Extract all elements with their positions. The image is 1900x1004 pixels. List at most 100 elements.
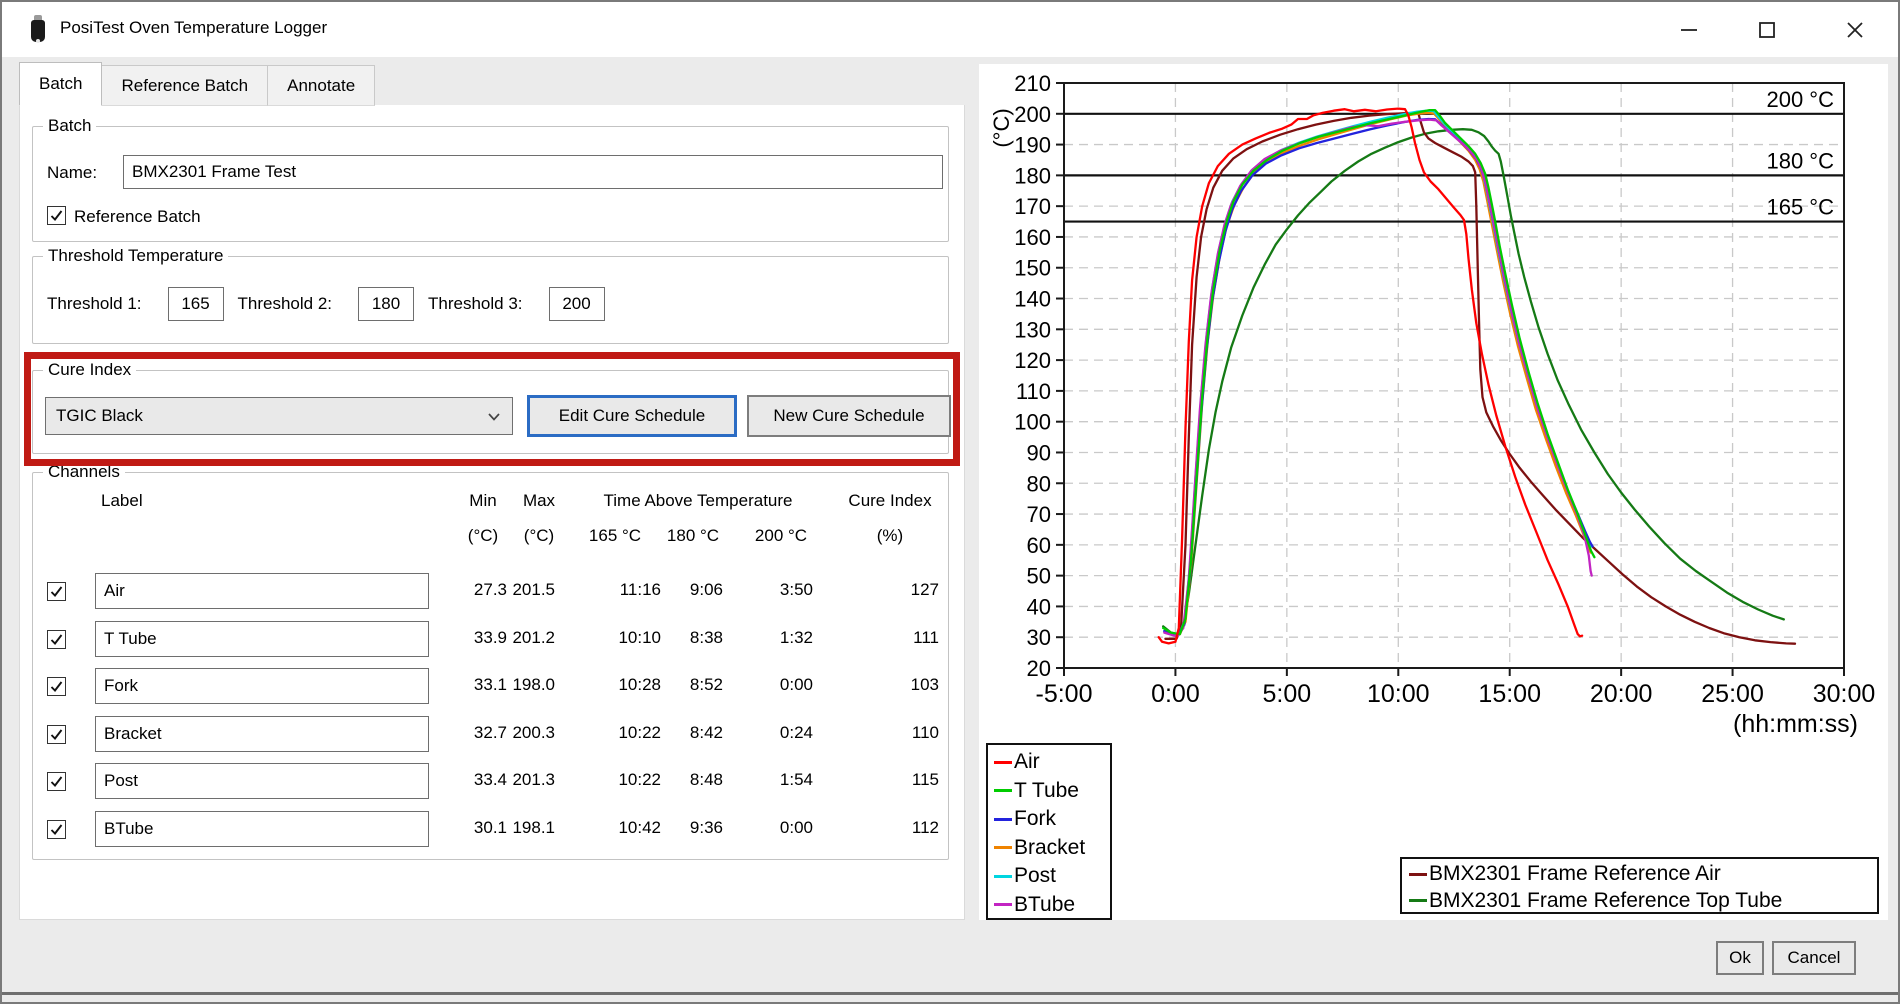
channel-checkbox-bracket[interactable] bbox=[47, 725, 66, 744]
channel-row-air: 27.3201.511:169:063:50127 bbox=[33, 573, 948, 613]
y-tick-label: 120 bbox=[1014, 348, 1051, 373]
y-tick-label: 190 bbox=[1014, 133, 1051, 158]
x-tick-label: 0:00 bbox=[1151, 680, 1200, 708]
col-header-180: 180 °C bbox=[667, 526, 719, 546]
channel-checkbox-btube[interactable] bbox=[47, 820, 66, 839]
window-bottom-edge bbox=[2, 992, 1898, 995]
col-header-max-unit: (°C) bbox=[524, 526, 554, 546]
legend-item-air: Air bbox=[994, 748, 1110, 777]
legend-dash-icon bbox=[994, 761, 1012, 764]
close-button[interactable] bbox=[1826, 2, 1884, 57]
tab-annotate[interactable]: Annotate bbox=[267, 65, 375, 106]
legend-dash-icon bbox=[994, 846, 1012, 849]
channel-cure-value: 110 bbox=[912, 723, 939, 743]
legend-ref-item-bmx2301-frame-reference-air: BMX2301 Frame Reference Air bbox=[1409, 861, 1877, 888]
channel-cure-value: 112 bbox=[912, 818, 939, 838]
channel-min-value: 33.1 bbox=[474, 675, 507, 695]
new-cure-schedule-button[interactable]: New Cure Schedule bbox=[747, 395, 951, 437]
col-header-label: Label bbox=[101, 491, 143, 511]
batch-name-input[interactable] bbox=[123, 155, 943, 189]
channel-t165-value: 10:42 bbox=[618, 818, 661, 838]
y-tick-label: 60 bbox=[1027, 533, 1051, 558]
legend-label: BMX2301 Frame Reference Air bbox=[1429, 862, 1721, 886]
channel-row-fork: 33.1198.010:288:520:00103 bbox=[33, 668, 948, 708]
legend-label: Fork bbox=[1014, 807, 1056, 831]
y-tick-label: 180 bbox=[1014, 163, 1051, 188]
tab-reference-batch[interactable]: Reference Batch bbox=[101, 65, 268, 106]
channel-max-value: 201.2 bbox=[512, 628, 555, 648]
check-icon bbox=[50, 728, 63, 741]
x-tick-label: -5:00 bbox=[1036, 680, 1093, 708]
col-header-max: Max bbox=[523, 491, 555, 511]
threshold-3-input[interactable] bbox=[549, 287, 605, 321]
channel-row-bracket: 32.7200.310:228:420:24110 bbox=[33, 716, 948, 756]
channel-checkbox-post[interactable] bbox=[47, 772, 66, 791]
channel-t200-value: 1:32 bbox=[780, 628, 813, 648]
series-btube bbox=[1164, 120, 1591, 636]
channel-label-input[interactable] bbox=[95, 573, 429, 609]
channel-t165-value: 11:16 bbox=[620, 580, 661, 600]
ok-button[interactable]: Ok bbox=[1716, 941, 1764, 975]
maximize-button[interactable] bbox=[1738, 2, 1796, 57]
y-tick-label: 160 bbox=[1014, 225, 1051, 250]
legend-label: Bracket bbox=[1014, 836, 1085, 860]
channel-checkbox-fork[interactable] bbox=[47, 677, 66, 696]
cancel-button[interactable]: Cancel bbox=[1772, 941, 1856, 975]
threshold-1-label: Threshold 1: bbox=[47, 294, 142, 314]
y-tick-label: 130 bbox=[1014, 317, 1051, 342]
chart-svg: 200 °C180 °C165 °C2030405060708090100110… bbox=[979, 64, 1888, 920]
channel-t200-value: 0:00 bbox=[780, 818, 813, 838]
edit-cure-schedule-button[interactable]: Edit Cure Schedule bbox=[527, 395, 737, 437]
check-icon bbox=[50, 585, 63, 598]
channel-min-value: 32.7 bbox=[474, 723, 507, 743]
channels-group: Channels Label Min Max Time Above Temper… bbox=[32, 472, 949, 860]
threshold-1-input[interactable] bbox=[168, 287, 224, 321]
channel-checkbox-air[interactable] bbox=[47, 582, 66, 601]
legend-dash-icon bbox=[994, 903, 1012, 906]
temperature-chart: 200 °C180 °C165 °C2030405060708090100110… bbox=[979, 64, 1888, 925]
minimize-button[interactable] bbox=[1660, 2, 1718, 57]
channel-t180-value: 8:48 bbox=[690, 770, 723, 790]
window-title: PosiTest Oven Temperature Logger bbox=[60, 18, 327, 38]
channel-cure-value: 111 bbox=[913, 628, 939, 648]
cure-schedule-dropdown[interactable]: TGIC Black bbox=[45, 397, 513, 435]
y-axis-label: (°C) bbox=[989, 108, 1014, 147]
channel-label-input[interactable] bbox=[95, 668, 429, 704]
threshold-2-label: Threshold 2: bbox=[238, 294, 333, 314]
tab-batch[interactable]: Batch bbox=[19, 62, 102, 106]
batch-group-title: Batch bbox=[43, 116, 96, 136]
y-tick-label: 30 bbox=[1027, 625, 1051, 650]
threshold-2-input[interactable] bbox=[358, 287, 414, 321]
channel-t200-value: 0:00 bbox=[780, 675, 813, 695]
y-tick-label: 110 bbox=[1016, 379, 1051, 404]
channel-t165-value: 10:22 bbox=[618, 723, 661, 743]
batch-group: Batch Name: Reference Batch bbox=[32, 126, 949, 242]
col-header-min-unit: (°C) bbox=[468, 526, 498, 546]
channel-label-input[interactable] bbox=[95, 811, 429, 847]
maximize-icon bbox=[1756, 19, 1778, 41]
col-header-165: 165 °C bbox=[589, 526, 641, 546]
channel-t200-value: 3:50 bbox=[780, 580, 813, 600]
channel-row-t-tube: 33.9201.210:108:381:32111 bbox=[33, 621, 948, 661]
channel-min-value: 30.1 bbox=[474, 818, 507, 838]
threshold-label: 165 °C bbox=[1766, 195, 1834, 220]
channel-label-input[interactable] bbox=[95, 716, 429, 752]
reference-batch-checkbox[interactable] bbox=[47, 206, 66, 225]
channel-label-input[interactable] bbox=[95, 763, 429, 799]
channel-label-input[interactable] bbox=[95, 621, 429, 657]
legend-item-btube: BTube bbox=[994, 891, 1110, 920]
cure-schedule-selected: TGIC Black bbox=[56, 406, 143, 426]
series-air bbox=[1159, 109, 1582, 644]
cure-index-group: Cure Index TGIC Black Edit Cure Schedule… bbox=[32, 370, 949, 454]
app-window: PosiTest Oven Temperature Logger BatchRe… bbox=[0, 0, 1900, 1004]
channel-max-value: 198.0 bbox=[512, 675, 555, 695]
tab-strip: BatchReference BatchAnnotate bbox=[19, 62, 374, 106]
y-tick-label: 40 bbox=[1027, 594, 1051, 619]
x-tick-label: 30:00 bbox=[1813, 680, 1876, 708]
title-bar: PosiTest Oven Temperature Logger bbox=[2, 2, 1898, 57]
col-header-200: 200 °C bbox=[755, 526, 807, 546]
y-tick-label: 70 bbox=[1027, 502, 1051, 527]
y-tick-label: 150 bbox=[1014, 256, 1051, 281]
channel-max-value: 201.3 bbox=[512, 770, 555, 790]
channel-checkbox-t-tube[interactable] bbox=[47, 630, 66, 649]
